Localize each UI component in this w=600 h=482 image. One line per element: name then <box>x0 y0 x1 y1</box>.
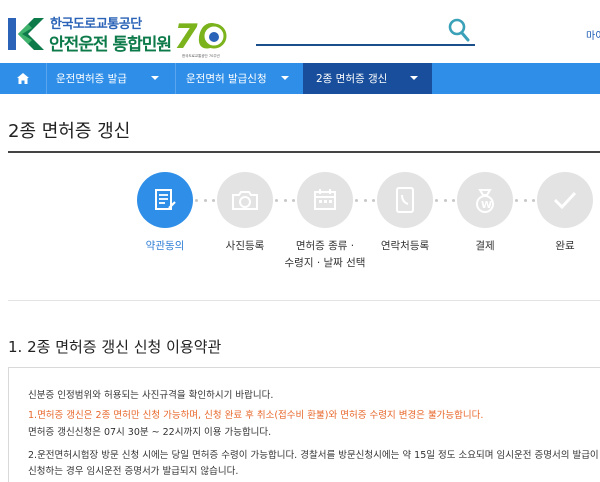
step-photo-circle <box>217 172 273 228</box>
anniversary-emblem: 70 한국도로교통공단 70주년 <box>172 14 232 58</box>
terms-text: 면허증 갱신신청은 07시 30분 ~ 22시까지 이용 가능합니다. <box>28 427 272 438</box>
home-button[interactable] <box>0 63 46 94</box>
chevron-down-icon <box>151 76 159 80</box>
step-connector <box>195 199 215 203</box>
step-contact-circle <box>377 172 433 228</box>
document-icon <box>155 189 176 210</box>
terms-text: 신청하는 경우 임시운전 증명서가 발급되지 않습니다. <box>28 466 239 477</box>
step-connector <box>355 199 375 203</box>
step-complete-circle <box>537 172 593 228</box>
checkmark-icon <box>553 191 577 210</box>
section-divider <box>8 300 600 301</box>
service-name[interactable]: 안전운전 통합민원 <box>49 30 172 55</box>
chevron-down-icon <box>281 76 289 80</box>
nav-item-label: 운전면허 발급신청 <box>186 73 267 85</box>
home-icon <box>17 73 29 84</box>
nav-item-renewal[interactable]: 2종 면허증 갱신 <box>303 63 432 94</box>
money-bag-icon: W <box>476 189 494 213</box>
site-header: 한국도로교통공단 안전운전 통합민원 70 한국도로교통공단 70주년 마이 <box>0 0 600 63</box>
chevron-down-icon <box>410 76 418 80</box>
terms-text: 2.운전면허시험장 방문 신청 시에는 당일 면허증 수령이 가능합니다. 경찰… <box>28 450 600 461</box>
step-agree-circle <box>137 172 193 228</box>
terms-text: 신분증 인정범위와 허용되는 사진규격을 확인하시기 바랍니다. <box>28 390 274 401</box>
terms-warning: 1.면허증 갱신은 2종 면허만 신청 가능하며, 신청 완료 후 취소(접수비… <box>28 410 484 421</box>
step-connector <box>515 199 535 203</box>
step-connector <box>275 199 295 203</box>
mypage-link[interactable]: 마이 <box>586 27 600 42</box>
svg-text:W: W <box>481 200 492 211</box>
anniversary-caption: 한국도로교통공단 70주년 <box>182 53 220 58</box>
main-nav: 운전면허증 발급 운전면허 발급신청 2종 면허증 갱신 <box>0 63 600 94</box>
terms-section-title: 1. 2종 면허증 갱신 신청 이용약관 <box>8 338 222 356</box>
terms-box[interactable]: 신분증 인정범위와 허용되는 사진규격을 확인하시기 바랍니다. 1.면허증 갱… <box>8 367 600 482</box>
nav-item-license-issue[interactable]: 운전면허증 발급 <box>46 63 175 94</box>
nav-item-label: 운전면허증 발급 <box>56 73 127 85</box>
step-payment-circle: W <box>457 172 513 228</box>
calendar-icon <box>314 189 336 210</box>
nav-item-issue-request[interactable]: 운전면허 발급신청 <box>175 63 303 94</box>
search-icon[interactable] <box>448 18 470 42</box>
camera-icon <box>232 191 258 210</box>
phone-icon <box>396 187 414 213</box>
title-divider <box>8 151 600 153</box>
koroad-logo-icon[interactable] <box>8 16 46 52</box>
search-input[interactable] <box>256 44 475 46</box>
step-select-circle <box>297 172 353 228</box>
step-connector <box>435 199 455 203</box>
nav-item-label: 2종 면허증 갱신 <box>316 73 388 85</box>
step-label-complete: 완료 <box>555 240 575 252</box>
page-title: 2종 면허증 갱신 <box>8 121 131 142</box>
